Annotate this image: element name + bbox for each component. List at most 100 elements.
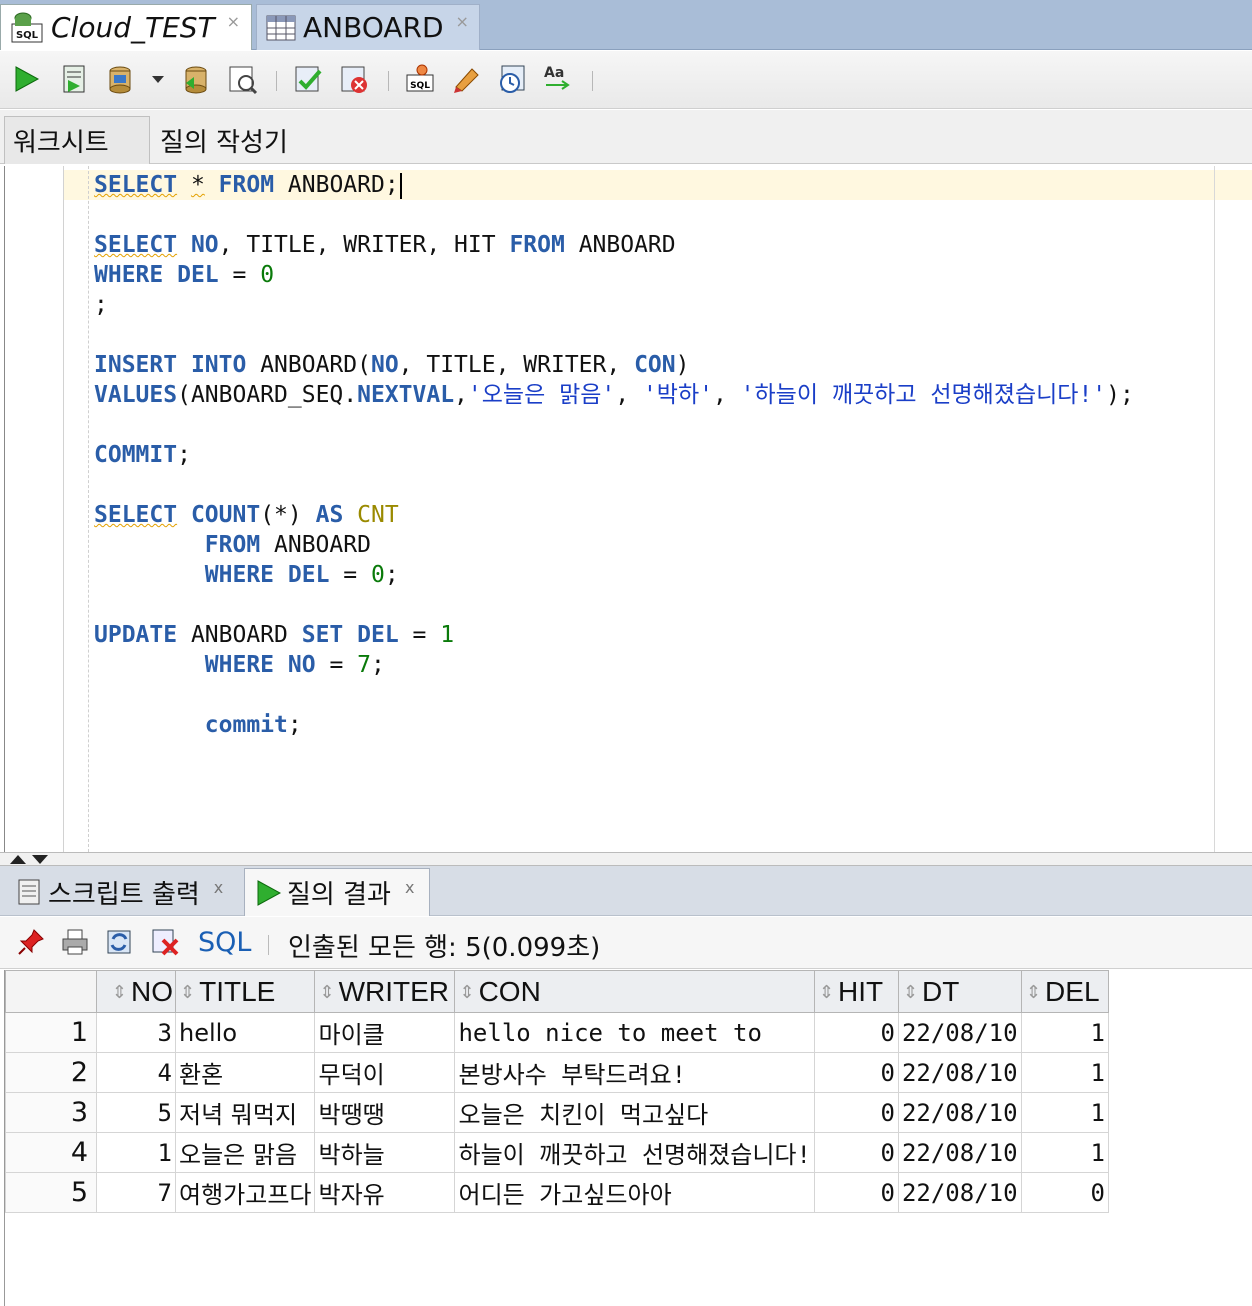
explain-plan-icon[interactable] bbox=[226, 63, 258, 95]
table-row[interactable]: 2 4 환혼 무덕이 본방사수 부탁드려요! 0 22/08/10 1 bbox=[5, 1052, 1109, 1093]
cell-del[interactable]: 1 bbox=[1020, 1012, 1109, 1053]
cell-no[interactable]: 5 bbox=[96, 1092, 176, 1133]
cell-hit[interactable]: 0 bbox=[813, 1172, 899, 1213]
cell-hit[interactable]: 0 bbox=[813, 1052, 899, 1093]
cell-dt[interactable]: 22/08/10 bbox=[897, 1052, 1022, 1093]
close-icon[interactable]: x bbox=[405, 878, 414, 897]
cell-title[interactable]: 저녁 뭐먹지 bbox=[174, 1092, 316, 1133]
unshared-sql-icon[interactable] bbox=[450, 63, 482, 95]
monitor-icon[interactable]: SQL bbox=[404, 63, 436, 95]
cell-no[interactable]: 7 bbox=[96, 1172, 176, 1213]
tab-script-output[interactable]: 스크립트 출력 x bbox=[6, 868, 242, 916]
table-row[interactable]: 5 7 여행가고프다 박자유 어디든 가고싶드아아 0 22/08/10 0 bbox=[5, 1172, 1109, 1213]
tab-query-result[interactable]: 질의 결과 x bbox=[244, 868, 430, 916]
commit-icon[interactable] bbox=[104, 63, 136, 95]
cell-dt[interactable]: 22/08/10 bbox=[897, 1092, 1022, 1133]
code-line[interactable]: commit; bbox=[94, 710, 302, 740]
cell-no[interactable]: 3 bbox=[96, 1012, 176, 1053]
cell-writer[interactable]: 박땡땡 bbox=[314, 1092, 456, 1133]
code-line[interactable]: SELECT COUNT(*) AS CNT bbox=[94, 500, 399, 530]
rollback-icon[interactable] bbox=[180, 63, 212, 95]
code-line[interactable]: ; bbox=[94, 290, 108, 320]
column-header-hit[interactable]: ⇕ HIT bbox=[813, 970, 899, 1013]
cell-con[interactable]: 오늘은 치킨이 먹고싶다 bbox=[454, 1092, 815, 1133]
cell-writer[interactable]: 무덕이 bbox=[314, 1052, 456, 1093]
case-format-icon[interactable]: Aa bbox=[542, 63, 574, 95]
code-line[interactable]: VALUES(ANBOARD_SEQ.NEXTVAL,'오늘은 맑음', '박하… bbox=[94, 380, 1134, 410]
column-header-title[interactable]: ⇕ TITLE bbox=[174, 970, 316, 1013]
cell-dt[interactable]: 22/08/10 bbox=[897, 1172, 1022, 1213]
cell-writer[interactable]: 박하늘 bbox=[314, 1132, 456, 1173]
column-header-dt[interactable]: ⇕ DT bbox=[897, 970, 1022, 1013]
code-line[interactable]: UPDATE ANBOARD SET DEL = 1 bbox=[94, 620, 454, 650]
cell-title[interactable]: 오늘은 맑음 bbox=[174, 1132, 316, 1173]
run-statement-icon[interactable] bbox=[10, 63, 42, 95]
cell-dt[interactable]: 22/08/10 bbox=[897, 1132, 1022, 1173]
cell-del[interactable]: 1 bbox=[1020, 1092, 1109, 1133]
close-icon[interactable]: × bbox=[456, 12, 469, 31]
code-token: NEXTVAL bbox=[357, 382, 455, 408]
code-line[interactable]: INSERT INTO ANBOARD(NO, TITLE, WRITER, C… bbox=[94, 350, 689, 380]
cell-hit[interactable]: 0 bbox=[813, 1012, 899, 1053]
autotrace-icon[interactable] bbox=[292, 63, 324, 95]
history-icon[interactable] bbox=[496, 63, 528, 95]
code-line[interactable]: SELECT NO, TITLE, WRITER, HIT FROM ANBOA… bbox=[94, 230, 676, 260]
code-line[interactable]: WHERE DEL = 0; bbox=[94, 560, 399, 590]
collapse-up-icon[interactable] bbox=[10, 855, 26, 864]
cell-hit[interactable]: 0 bbox=[813, 1132, 899, 1173]
code-line[interactable]: FROM ANBOARD bbox=[94, 530, 371, 560]
pin-icon[interactable] bbox=[16, 927, 46, 957]
column-header-no[interactable]: ⇕ NO bbox=[96, 970, 176, 1013]
column-header-con[interactable]: ⇕ CON bbox=[454, 970, 815, 1013]
cell-del[interactable]: 1 bbox=[1020, 1052, 1109, 1093]
print-icon[interactable] bbox=[60, 927, 90, 957]
table-row[interactable]: 1 3 hello 마이클 hello nice to meet to 0 22/08/10… bbox=[5, 1012, 1109, 1053]
sort-icon: ⇕ bbox=[818, 981, 835, 1002]
sql-button[interactable]: SQL bbox=[198, 927, 251, 958]
column-header-writer[interactable]: ⇕ WRITER bbox=[314, 970, 456, 1013]
table-row[interactable]: 3 5 저녁 뭐먹지 박땡땡 오늘은 치킨이 먹고싶다 0 22/08/10 1 bbox=[5, 1092, 1109, 1133]
tab-query-builder[interactable]: 질의 작성기 bbox=[160, 116, 288, 164]
run-script-icon[interactable] bbox=[58, 63, 90, 95]
cell-title[interactable]: hello bbox=[174, 1012, 316, 1053]
column-header-del[interactable]: ⇕ DEL bbox=[1020, 970, 1109, 1013]
tab-cloud-test[interactable]: SQL Cloud_TEST × bbox=[0, 4, 252, 50]
cell-con[interactable]: hello nice to meet to bbox=[454, 1012, 815, 1053]
cell-title[interactable]: 여행가고프다 bbox=[174, 1172, 316, 1213]
dropdown-arrow-icon[interactable] bbox=[148, 63, 168, 95]
refresh-icon[interactable] bbox=[104, 927, 134, 957]
cell-con[interactable]: 본방사수 부탁드려요! bbox=[454, 1052, 815, 1093]
cell-title[interactable]: 환혼 bbox=[174, 1052, 316, 1093]
collapse-down-icon[interactable] bbox=[32, 855, 48, 864]
sql-editor[interactable]: SELECT * FROM ANBOARD; SELECT NO, TITLE,… bbox=[4, 166, 1252, 852]
cell-writer[interactable]: 마이클 bbox=[314, 1012, 456, 1053]
cell-no[interactable]: 4 bbox=[96, 1052, 176, 1093]
code-line[interactable]: WHERE NO = 7; bbox=[94, 650, 385, 680]
code-line[interactable]: WHERE DEL = 0 bbox=[94, 260, 274, 290]
panel-splitter[interactable] bbox=[0, 852, 1252, 866]
close-icon[interactable]: × bbox=[227, 12, 240, 31]
code-line[interactable]: COMMIT; bbox=[94, 440, 191, 470]
cancel-icon[interactable] bbox=[150, 927, 180, 957]
code-line[interactable]: SELECT * FROM ANBOARD; bbox=[94, 170, 402, 200]
cell-con[interactable]: 어디든 가고싶드아아 bbox=[454, 1172, 815, 1213]
tab-anboard[interactable]: ANBOARD × bbox=[256, 4, 480, 50]
table-row[interactable]: 4 1 오늘은 맑음 박하늘 하늘이 깨끗하고 선명해졌습니다! 0 22/08/10 1 bbox=[5, 1132, 1109, 1173]
sql-tuning-icon[interactable] bbox=[338, 63, 370, 95]
results-body: 1 3 hello 마이클 hello nice to meet to 0 22/08/10… bbox=[5, 1012, 1109, 1213]
cell-del[interactable]: 1 bbox=[1020, 1132, 1109, 1173]
close-icon[interactable]: x bbox=[214, 878, 223, 897]
cell-dt[interactable]: 22/08/10 bbox=[897, 1012, 1022, 1053]
cell-no[interactable]: 1 bbox=[96, 1132, 176, 1173]
cell-hit[interactable]: 0 bbox=[813, 1092, 899, 1133]
tab-worksheet[interactable]: 워크시트 bbox=[4, 116, 150, 164]
results-grid[interactable]: ⇕ NO ⇕ TITLE ⇕ WRITER ⇕ CON ⇕ HIT ⇕ DT ⇕ DEL 1 3… bbox=[4, 970, 1252, 1306]
cell-del[interactable]: 0 bbox=[1020, 1172, 1109, 1213]
cell-writer[interactable]: 박자유 bbox=[314, 1172, 456, 1213]
cell-con[interactable]: 하늘이 깨끗하고 선명해졌습니다! bbox=[454, 1132, 815, 1173]
